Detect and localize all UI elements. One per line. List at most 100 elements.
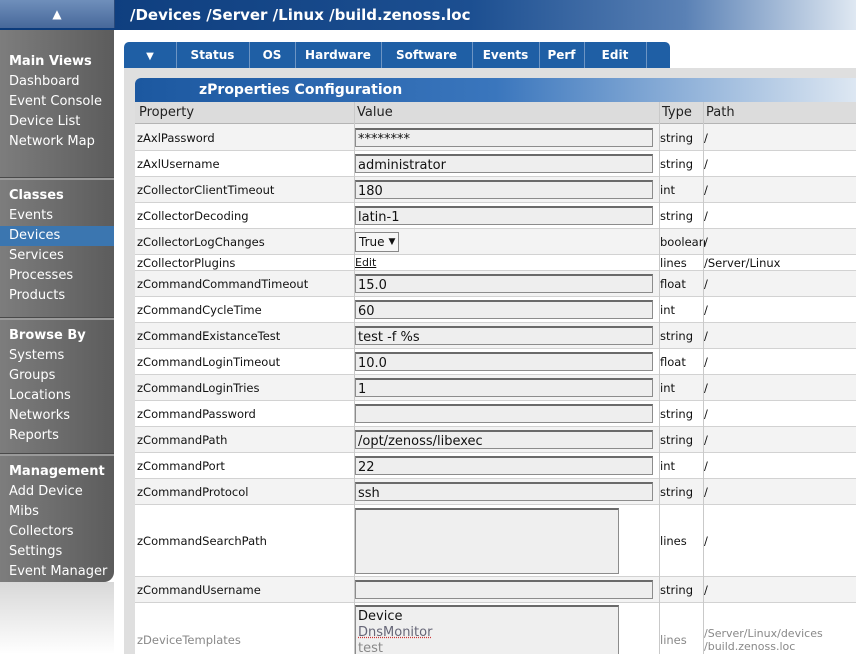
sidebar-item-devices[interactable]: Devices <box>0 226 114 246</box>
sidebar: Main Views Dashboard Event Console Device L… <box>0 30 114 582</box>
sidebar-item-locations[interactable]: Locations <box>0 386 114 406</box>
value-cell: 180 <box>355 177 659 202</box>
property-name: zCommandSearchPath <box>137 533 267 548</box>
template-item: Device <box>358 609 403 624</box>
tab-status[interactable]: Status <box>176 42 250 68</box>
value-cell: ******** <box>355 125 659 150</box>
path-value: / <box>704 354 708 369</box>
type-value: string <box>660 432 694 447</box>
sidebar-item-groups[interactable]: Groups <box>0 366 114 386</box>
tab-edit[interactable]: Edit <box>584 42 647 68</box>
path-value: / <box>704 458 708 473</box>
property-name: zCommandUsername <box>137 582 261 597</box>
table-row: zCommandLoginTries 1 int / <box>135 375 856 401</box>
value-cell <box>355 401 659 426</box>
column-divider <box>659 102 660 654</box>
table-row: zCommandExistanceTest test -f %s string / <box>135 323 856 349</box>
tab-events[interactable]: Events <box>472 42 540 68</box>
type-value: int <box>660 182 675 197</box>
path-value: / <box>704 302 708 317</box>
value-input[interactable]: 1 <box>355 378 653 397</box>
column-header-type[interactable]: Type <box>660 102 704 124</box>
value-input[interactable]: administrator <box>355 154 653 173</box>
value-input[interactable]: 180 <box>355 180 653 199</box>
sidebar-heading-main-views: Main Views <box>9 54 92 69</box>
sidebar-section-main-views: Main Views Dashboard Event Console Device L… <box>0 52 114 152</box>
value-input[interactable]: latin-1 <box>355 206 653 225</box>
value-input[interactable] <box>355 580 653 599</box>
type-value: string <box>660 406 694 421</box>
property-name: zCommandCycleTime <box>137 302 262 317</box>
tab-perf[interactable]: Perf <box>539 42 585 68</box>
sidebar-shadow <box>0 582 114 654</box>
type-value: int <box>660 380 675 395</box>
table-row: zCommandUsername string / <box>135 577 856 603</box>
value-input[interactable]: /opt/zenoss/libexec <box>355 430 653 449</box>
table-row: zCommandLoginTimeout 10.0 float / <box>135 349 856 375</box>
table-row: zDeviceTemplates Device DnsMonitor test line… <box>135 603 856 654</box>
sidebar-item-network-map[interactable]: Network Map <box>0 132 114 152</box>
sidebar-item-device-list[interactable]: Device List <box>0 112 114 132</box>
value-cell: ssh <box>355 479 659 504</box>
column-header-path[interactable]: Path <box>704 102 856 124</box>
sidebar-item-networks[interactable]: Networks <box>0 406 114 426</box>
value-input[interactable]: test -f %s <box>355 326 653 345</box>
column-header-value[interactable]: Value <box>355 102 660 124</box>
value-select[interactable]: True ▼ <box>355 231 400 252</box>
property-name: zCommandPort <box>137 458 225 473</box>
sidebar-item-collectors[interactable]: Collectors <box>0 522 114 542</box>
sidebar-section-classes: Classes Events Devices Services Processes Pro… <box>0 172 114 306</box>
type-value: string <box>660 484 694 499</box>
column-header-property[interactable]: Property <box>135 102 355 124</box>
tab-software[interactable]: Software <box>381 42 473 68</box>
value-input[interactable]: ******** <box>355 128 653 147</box>
value-textarea[interactable] <box>355 507 619 574</box>
value-input[interactable] <box>355 404 653 423</box>
sidebar-item-events[interactable]: Events <box>0 206 114 226</box>
property-name: zCommandProtocol <box>137 484 249 499</box>
table-row: zCommandPath/opt/zenoss/libexec string / <box>135 427 856 453</box>
tab-os[interactable]: OS <box>249 42 296 68</box>
path-value: / <box>704 130 708 145</box>
type-value: string <box>660 582 694 597</box>
sidebar-section-management: Management Add Device Mibs Collectors Settin… <box>0 448 114 582</box>
path-value: / <box>704 234 708 249</box>
value-cell: 60 <box>355 297 659 322</box>
collapse-up-icon: ▲ <box>52 7 62 21</box>
value-textarea[interactable]: Device DnsMonitor test <box>355 605 619 654</box>
dropdown-arrow-icon: ▼ <box>146 51 154 62</box>
sidebar-item-reports[interactable]: Reports <box>0 426 114 446</box>
table-row: zCollectorDecoding latin-1 string / <box>135 203 856 229</box>
sidebar-item-products[interactable]: Products <box>0 286 114 306</box>
sidebar-item-add-device[interactable]: Add Device <box>0 482 114 502</box>
type-value: int <box>660 302 675 317</box>
sidebar-separator <box>0 453 114 456</box>
value-cell: Device DnsMonitor test <box>355 603 659 654</box>
value-input[interactable]: ssh <box>355 482 653 501</box>
path-value: / <box>704 533 708 548</box>
sidebar-item-event-console[interactable]: Event Console <box>0 92 114 112</box>
tab-menu-button[interactable]: ▼ <box>124 42 177 68</box>
edit-plugins-link[interactable]: Edit <box>355 256 376 269</box>
value-input[interactable]: 15.0 <box>355 274 653 293</box>
property-name: zCommandCommandTimeout <box>137 276 309 291</box>
tab-hardware[interactable]: Hardware <box>295 42 382 68</box>
value-input[interactable]: 10.0 <box>355 352 653 371</box>
value-input[interactable]: 22 <box>355 456 653 475</box>
collapse-sidebar-button[interactable]: ▲ <box>0 0 115 28</box>
property-name: zCommandExistanceTest <box>137 328 281 343</box>
sidebar-item-event-manager[interactable]: Event Manager <box>0 562 114 582</box>
sidebar-item-settings[interactable]: Settings <box>0 542 114 562</box>
sidebar-item-systems[interactable]: Systems <box>0 346 114 366</box>
table-row: zCollectorLogChanges True ▼ boolean / <box>135 229 856 255</box>
sidebar-item-mibs[interactable]: Mibs <box>0 502 114 522</box>
sidebar-item-processes[interactable]: Processes <box>0 266 114 286</box>
sidebar-item-dashboard[interactable]: Dashboard <box>0 72 114 92</box>
table-row: zCollectorClientTimeout 180 int / <box>135 177 856 203</box>
value-input[interactable]: 60 <box>355 300 653 319</box>
property-name: zAxlPassword <box>137 130 215 145</box>
sidebar-item-services[interactable]: Services <box>0 246 114 266</box>
value-cell: 15.0 <box>355 271 659 296</box>
path-value: / <box>704 484 708 499</box>
top-bar: ▲ /Devices /Server /Linux /build.zenoss.… <box>0 0 856 30</box>
